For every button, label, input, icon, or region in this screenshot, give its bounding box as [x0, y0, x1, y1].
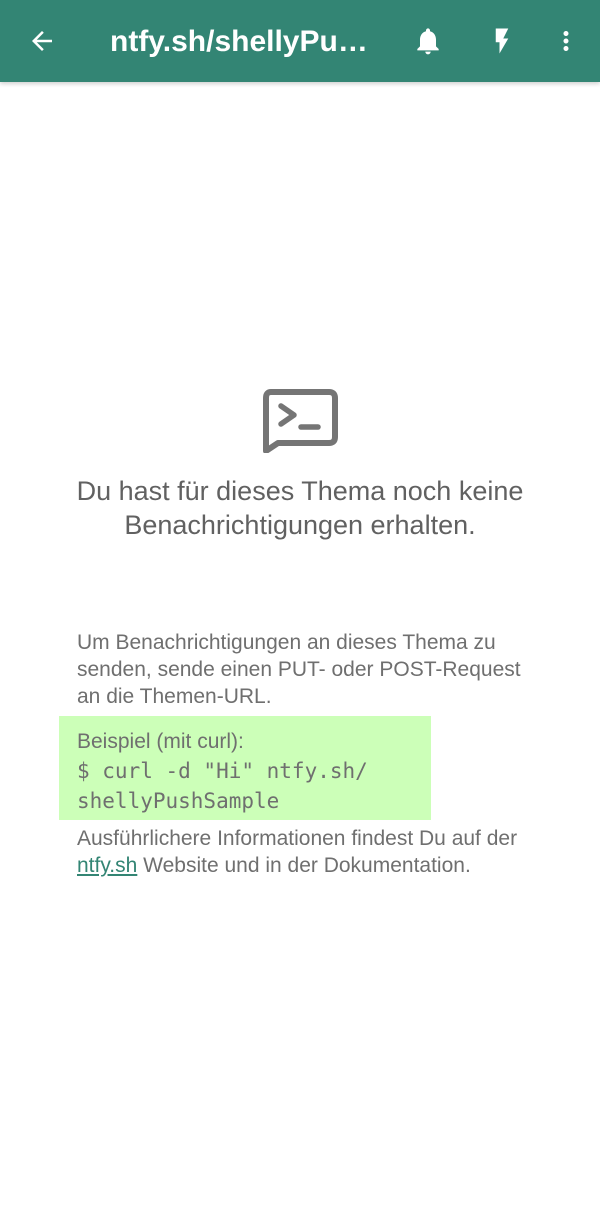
curl-command: $ curl -d "Hi" ntfy.sh/ shellyPushSample — [77, 759, 368, 813]
topic-title: ntfy.sh/shellyPushSample — [110, 25, 380, 58]
arrow-back-icon — [32, 31, 52, 51]
more-vert-icon — [563, 31, 569, 51]
ntfy-website-link[interactable]: ntfy.sh — [77, 854, 137, 877]
instant-delivery-button[interactable] — [476, 0, 528, 82]
bell-icon — [417, 28, 439, 55]
more-info-text: Ausführlichere Informationen findest Du … — [77, 825, 547, 879]
app-screen: ntfy.sh/shellyPushSample Du hast für die… — [0, 0, 600, 1206]
lightning-bolt-icon — [495, 28, 509, 54]
more-options-button[interactable] — [540, 0, 592, 82]
more-info-prefix: Ausführlichere Informationen findest Du … — [77, 827, 518, 850]
more-info-suffix: Website und in der Dokumentation. — [137, 854, 471, 877]
back-button[interactable] — [14, 0, 70, 82]
example-label: Beispiel (mit curl): — [77, 730, 244, 753]
notification-settings-button[interactable] — [402, 0, 454, 82]
terminal-message-icon — [263, 389, 338, 453]
empty-state-title: Du hast für dieses Thema noch keine Bena… — [76, 476, 524, 540]
top-app-bar: ntfy.sh/shellyPushSample — [0, 0, 600, 82]
curl-example-box: Beispiel (mit curl): $ curl -d "Hi" ntfy… — [59, 716, 431, 820]
send-instructions-text: Um Benachrichtigungen an dieses Thema zu… — [77, 631, 521, 708]
